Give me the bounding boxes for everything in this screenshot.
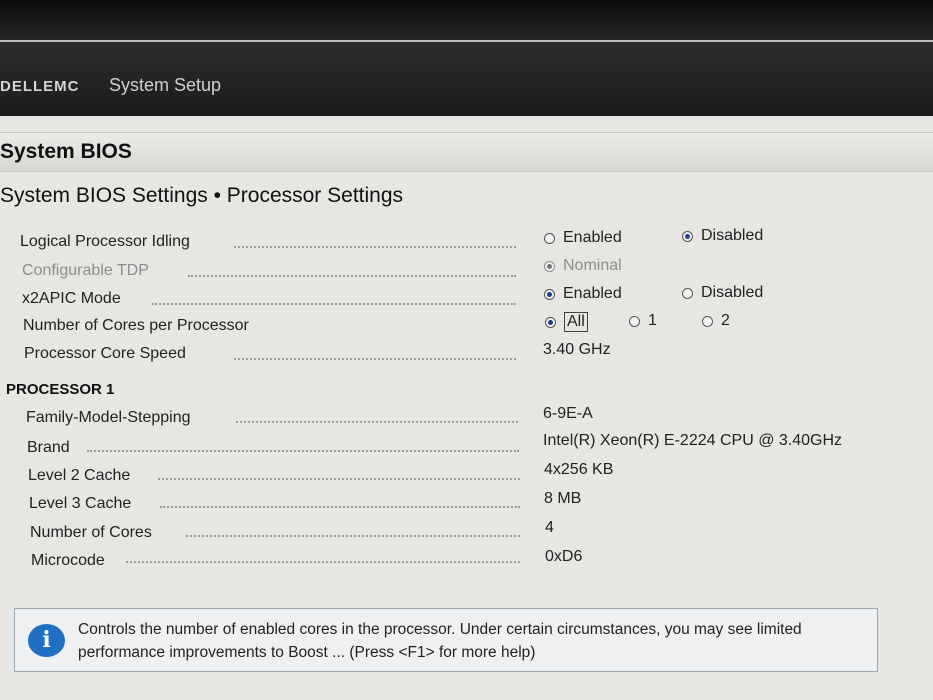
page-title: System BIOS (0, 140, 132, 163)
info-value-microcode: 0xD6 (545, 548, 583, 565)
radio-logical-idling-disabled[interactable]: Disabled (682, 227, 763, 245)
info-label-brand: Brand (27, 439, 70, 456)
radio-x2apic-disabled[interactable]: Disabled (682, 284, 763, 302)
info-label-family-model-stepping: Family-Model-Stepping (26, 409, 191, 426)
breadcrumb: System BIOS Settings • Processor Setting… (0, 184, 404, 207)
page-title-bar: System BIOS (0, 132, 933, 172)
leader-dots (87, 450, 519, 452)
radio-logical-idling-enabled[interactable]: Enabled (544, 229, 622, 247)
section-heading-processor: PROCESSOR 1 (6, 381, 115, 398)
info-value-family-model-stepping: 6-9E-A (543, 405, 593, 422)
radio-off-icon (629, 315, 640, 327)
radio-cores-1[interactable]: 1 (629, 312, 657, 330)
leader-dots (186, 535, 520, 537)
radio-on-icon (682, 230, 693, 242)
info-icon: i (28, 624, 65, 657)
info-value-l2-cache: 4x256 KB (544, 461, 614, 478)
setting-label-x2apic-mode: x2APIC Mode (22, 290, 121, 307)
leader-dots (234, 246, 516, 248)
info-value-number-of-cores: 4 (545, 519, 554, 536)
radio-on-icon (544, 260, 555, 272)
app-header: DELLEMC System Setup (0, 40, 933, 116)
radio-cores-all[interactable]: All (545, 312, 588, 332)
info-label-number-of-cores: Number of Cores (30, 524, 152, 541)
leader-dots (160, 506, 520, 508)
help-box: i Controls the number of enabled cores i… (14, 608, 878, 672)
setting-label-configurable-tdp: Configurable TDP (22, 262, 149, 279)
info-label-microcode: Microcode (31, 552, 105, 569)
setting-label-cores-per-processor: Number of Cores per Processor (23, 317, 249, 334)
core-speed-value: 3.40 GHz (543, 341, 611, 358)
app-title: System Setup (109, 75, 222, 95)
leader-dots (188, 275, 516, 277)
leader-dots (158, 478, 520, 480)
leader-dots (126, 561, 520, 563)
leader-dots (236, 421, 518, 423)
info-value-brand: Intel(R) Xeon(R) E-2224 CPU @ 3.40GHz (543, 432, 843, 449)
setting-label-core-speed: Processor Core Speed (24, 345, 186, 362)
radio-tdp-nominal: Nominal (544, 257, 622, 275)
main-panel: System BIOS System BIOS Settings • Proce… (0, 116, 933, 700)
radio-on-icon (545, 316, 556, 328)
radio-off-icon (544, 232, 555, 244)
top-bezel (0, 0, 933, 40)
radio-cores-2[interactable]: 2 (702, 312, 730, 330)
info-value-l3-cache: 8 MB (544, 490, 582, 507)
leader-dots (152, 303, 516, 305)
help-text: Controls the number of enabled cores in … (78, 621, 802, 661)
leader-dots (234, 358, 516, 360)
info-label-l3-cache: Level 3 Cache (29, 495, 132, 512)
radio-x2apic-enabled[interactable]: Enabled (544, 285, 622, 303)
radio-off-icon (682, 287, 693, 299)
radio-off-icon (702, 315, 713, 327)
setting-label-logical-processor-idling: Logical Processor Idling (20, 233, 190, 250)
radio-on-icon (544, 288, 555, 300)
info-label-l2-cache: Level 2 Cache (28, 467, 131, 484)
dell-emc-logo: DELLEMC (0, 78, 80, 95)
